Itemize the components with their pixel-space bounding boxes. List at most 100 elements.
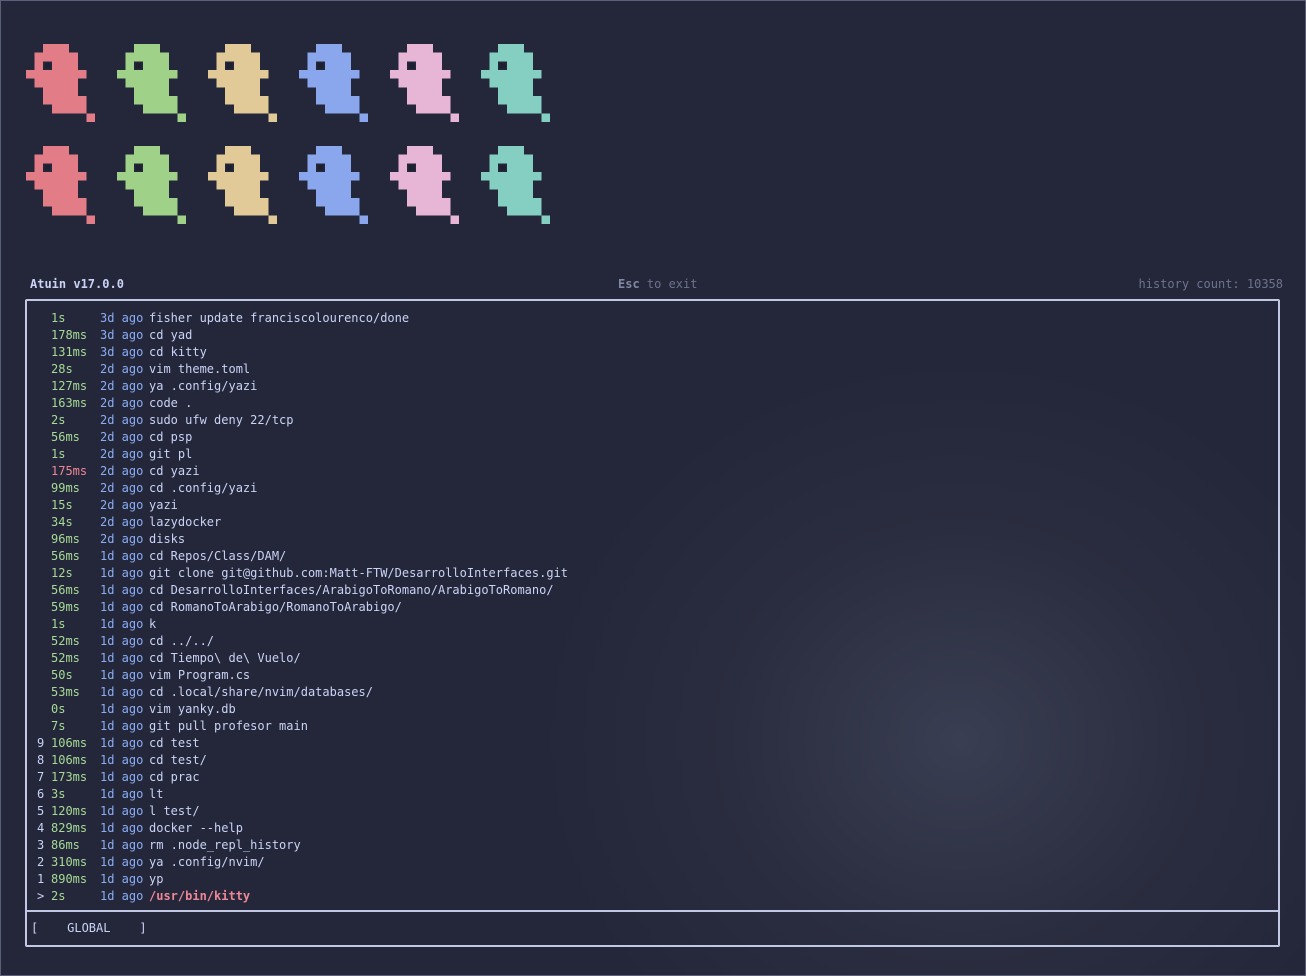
row-time-ago: 1d ago [100, 600, 144, 614]
row-index: 6 [37, 787, 45, 801]
row-command: git clone git@github.com:Matt-FTW/Desarr… [149, 566, 569, 580]
row-command: lazydocker [149, 515, 222, 529]
row-command: git pull profesor main [149, 719, 308, 733]
row-duration: 106ms [51, 753, 88, 767]
row-duration: 890ms [51, 872, 88, 886]
row-duration: 120ms [51, 804, 88, 818]
row-command: cd psp [149, 430, 193, 444]
row-time-ago: 1d ago [100, 566, 144, 580]
row-time-ago: 1d ago [100, 719, 144, 733]
row-command: cd test [149, 736, 200, 750]
row-duration: 163ms [51, 396, 88, 410]
row-duration: 86ms [51, 838, 80, 852]
ghost-icon [295, 146, 372, 224]
row-duration: 175ms [51, 464, 88, 478]
row-time-ago: 2d ago [100, 532, 144, 546]
row-index: 7 [37, 770, 45, 784]
row-time-ago: 2d ago [100, 362, 144, 376]
row-duration: 127ms [51, 379, 88, 393]
row-duration: 310ms [51, 855, 88, 869]
row-time-ago: 2d ago [100, 515, 144, 529]
row-command: l test/ [149, 804, 200, 818]
row-time-ago: 1d ago [100, 702, 144, 716]
row-time-ago: 2d ago [100, 430, 144, 444]
row-duration: 106ms [51, 736, 88, 750]
row-command: sudo ufw deny 22/tcp [149, 413, 294, 427]
row-duration: 99ms [51, 481, 80, 495]
panel-divider [27, 910, 1278, 912]
row-time-ago: 1d ago [100, 753, 144, 767]
row-index: > [37, 889, 45, 903]
row-command: yazi [149, 498, 178, 512]
row-duration: 34s [51, 515, 73, 529]
row-time-ago: 1d ago [100, 651, 144, 665]
row-time-ago: 3d ago [100, 311, 144, 325]
ghost-icon [113, 44, 190, 122]
history-count: history count: 10358 [1138, 277, 1284, 291]
ghost-icon [386, 44, 463, 122]
ghost-icon [295, 44, 372, 122]
ghost-icon [477, 146, 554, 224]
row-time-ago: 1d ago [100, 583, 144, 597]
row-index: 8 [37, 753, 45, 767]
ghost-row [22, 44, 554, 122]
row-time-ago: 2d ago [100, 413, 144, 427]
row-duration: 2s [51, 413, 66, 427]
row-command: ya .config/nvim/ [149, 855, 265, 869]
ghost-icon [477, 44, 554, 122]
row-time-ago: 1d ago [100, 617, 144, 631]
row-time-ago: 1d ago [100, 770, 144, 784]
row-command: code . [149, 396, 193, 410]
row-command: cd Tiempo\ de\ Vuelo/ [149, 651, 301, 665]
row-command: yp [149, 872, 164, 886]
exit-hint: Esc to exit [618, 276, 697, 292]
row-duration: 1s [51, 447, 66, 461]
row-command: lt [149, 787, 164, 801]
row-command: vim theme.toml [149, 362, 251, 376]
row-index: 3 [37, 838, 45, 852]
row-command: docker --help [149, 821, 243, 835]
row-command: cd ../../ [149, 634, 215, 648]
row-time-ago: 3d ago [100, 328, 144, 342]
row-command: cd kitty [149, 345, 207, 359]
row-duration: 96ms [51, 532, 80, 546]
row-duration: 3s [51, 787, 66, 801]
row-duration: 50s [51, 668, 73, 682]
row-duration: 56ms [51, 583, 80, 597]
row-time-ago: 1d ago [100, 668, 144, 682]
ghost-icon [204, 44, 281, 122]
row-time-ago: 2d ago [100, 464, 144, 478]
row-command: cd .local/share/nvim/databases/ [149, 685, 373, 699]
row-command: vim Program.cs [149, 668, 251, 682]
row-time-ago: 2d ago [100, 481, 144, 495]
row-index: 1 [37, 872, 45, 886]
row-duration: 1s [51, 311, 66, 325]
row-time-ago: 1d ago [100, 736, 144, 750]
ghost-icon [204, 146, 281, 224]
row-time-ago: 1d ago [100, 549, 144, 563]
row-time-ago: 1d ago [100, 634, 144, 648]
row-duration: 15s [51, 498, 73, 512]
row-command: fisher update franciscolourenco/done [149, 311, 410, 325]
ghost-icon [113, 146, 190, 224]
row-time-ago: 1d ago [100, 889, 144, 903]
filter-mode-indicator[interactable]: [ GLOBAL ] [31, 920, 147, 937]
row-duration: 178ms [51, 328, 88, 342]
row-index: 9 [37, 736, 45, 750]
row-command: /usr/bin/kitty [149, 889, 251, 903]
exit-hint-text: to exit [639, 277, 698, 291]
row-duration: 59ms [51, 600, 80, 614]
row-time-ago: 1d ago [100, 838, 144, 852]
row-duration: 53ms [51, 685, 80, 699]
row-duration: 56ms [51, 549, 80, 563]
row-duration: 0s [51, 702, 66, 716]
row-command: cd DesarrolloInterfaces/ArabigoToRomano/… [149, 583, 554, 597]
history-panel[interactable]: 1s 3d ago fisher update franciscolourenco/… [25, 299, 1280, 947]
row-command: cd yazi [149, 464, 200, 478]
row-duration: 7s [51, 719, 66, 733]
ghost-row [22, 146, 554, 224]
row-time-ago: 2d ago [100, 447, 144, 461]
row-command: cd .config/yazi [149, 481, 258, 495]
row-index: 5 [37, 804, 45, 818]
row-command: k [149, 617, 157, 631]
